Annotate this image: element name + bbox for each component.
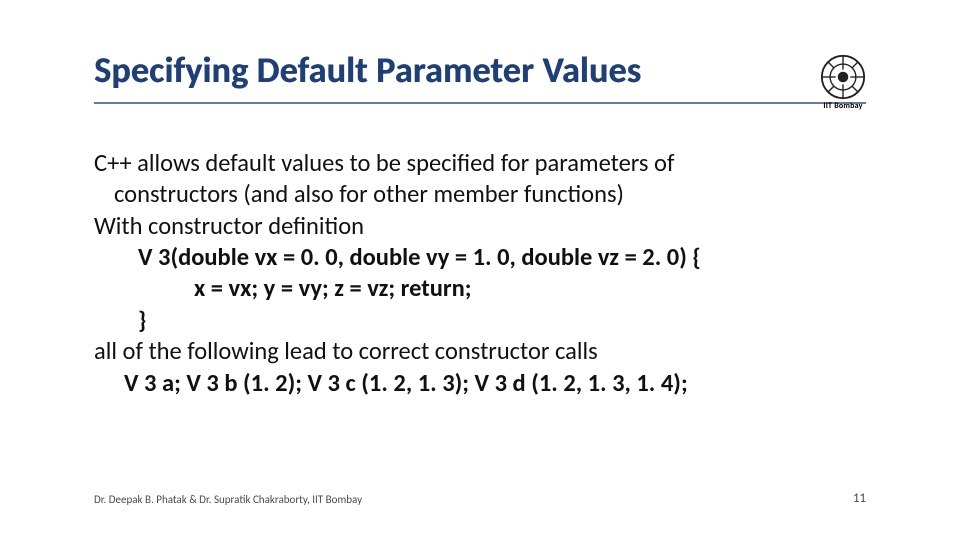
body-line-3: With constructor definition [94,211,866,242]
code-line-1: V 3(double vx = 0. 0, double vy = 1. 0, … [94,242,866,273]
slide-title: Specifying Default Parameter Values [94,48,866,96]
iit-bombay-logo-icon [820,54,866,100]
body-line-1: C++ allows default values to be specifie… [94,148,866,179]
page-number: 11 [853,491,866,506]
example-calls: V 3 a; V 3 b (1. 2); V 3 c (1. 2, 1. 3);… [94,368,866,399]
title-underline [94,102,866,104]
code-line-3: } [94,305,866,336]
slide: Specifying Default Parameter Values [0,0,960,540]
footer-authors: Dr. Deepak B. Phatak & Dr. Supratik Chak… [94,493,362,506]
code-line-2: x = vx; y = vy; z = vz; return; [94,273,866,304]
logo-caption: IIT Bombay [820,101,866,111]
slide-body: C++ allows default values to be specifie… [94,148,866,399]
body-line-2: constructors (and also for other member … [94,179,866,210]
institution-logo-block: IIT Bombay [820,54,866,111]
body-line-4: all of the following lead to correct con… [94,336,866,367]
header: Specifying Default Parameter Values [94,48,866,104]
